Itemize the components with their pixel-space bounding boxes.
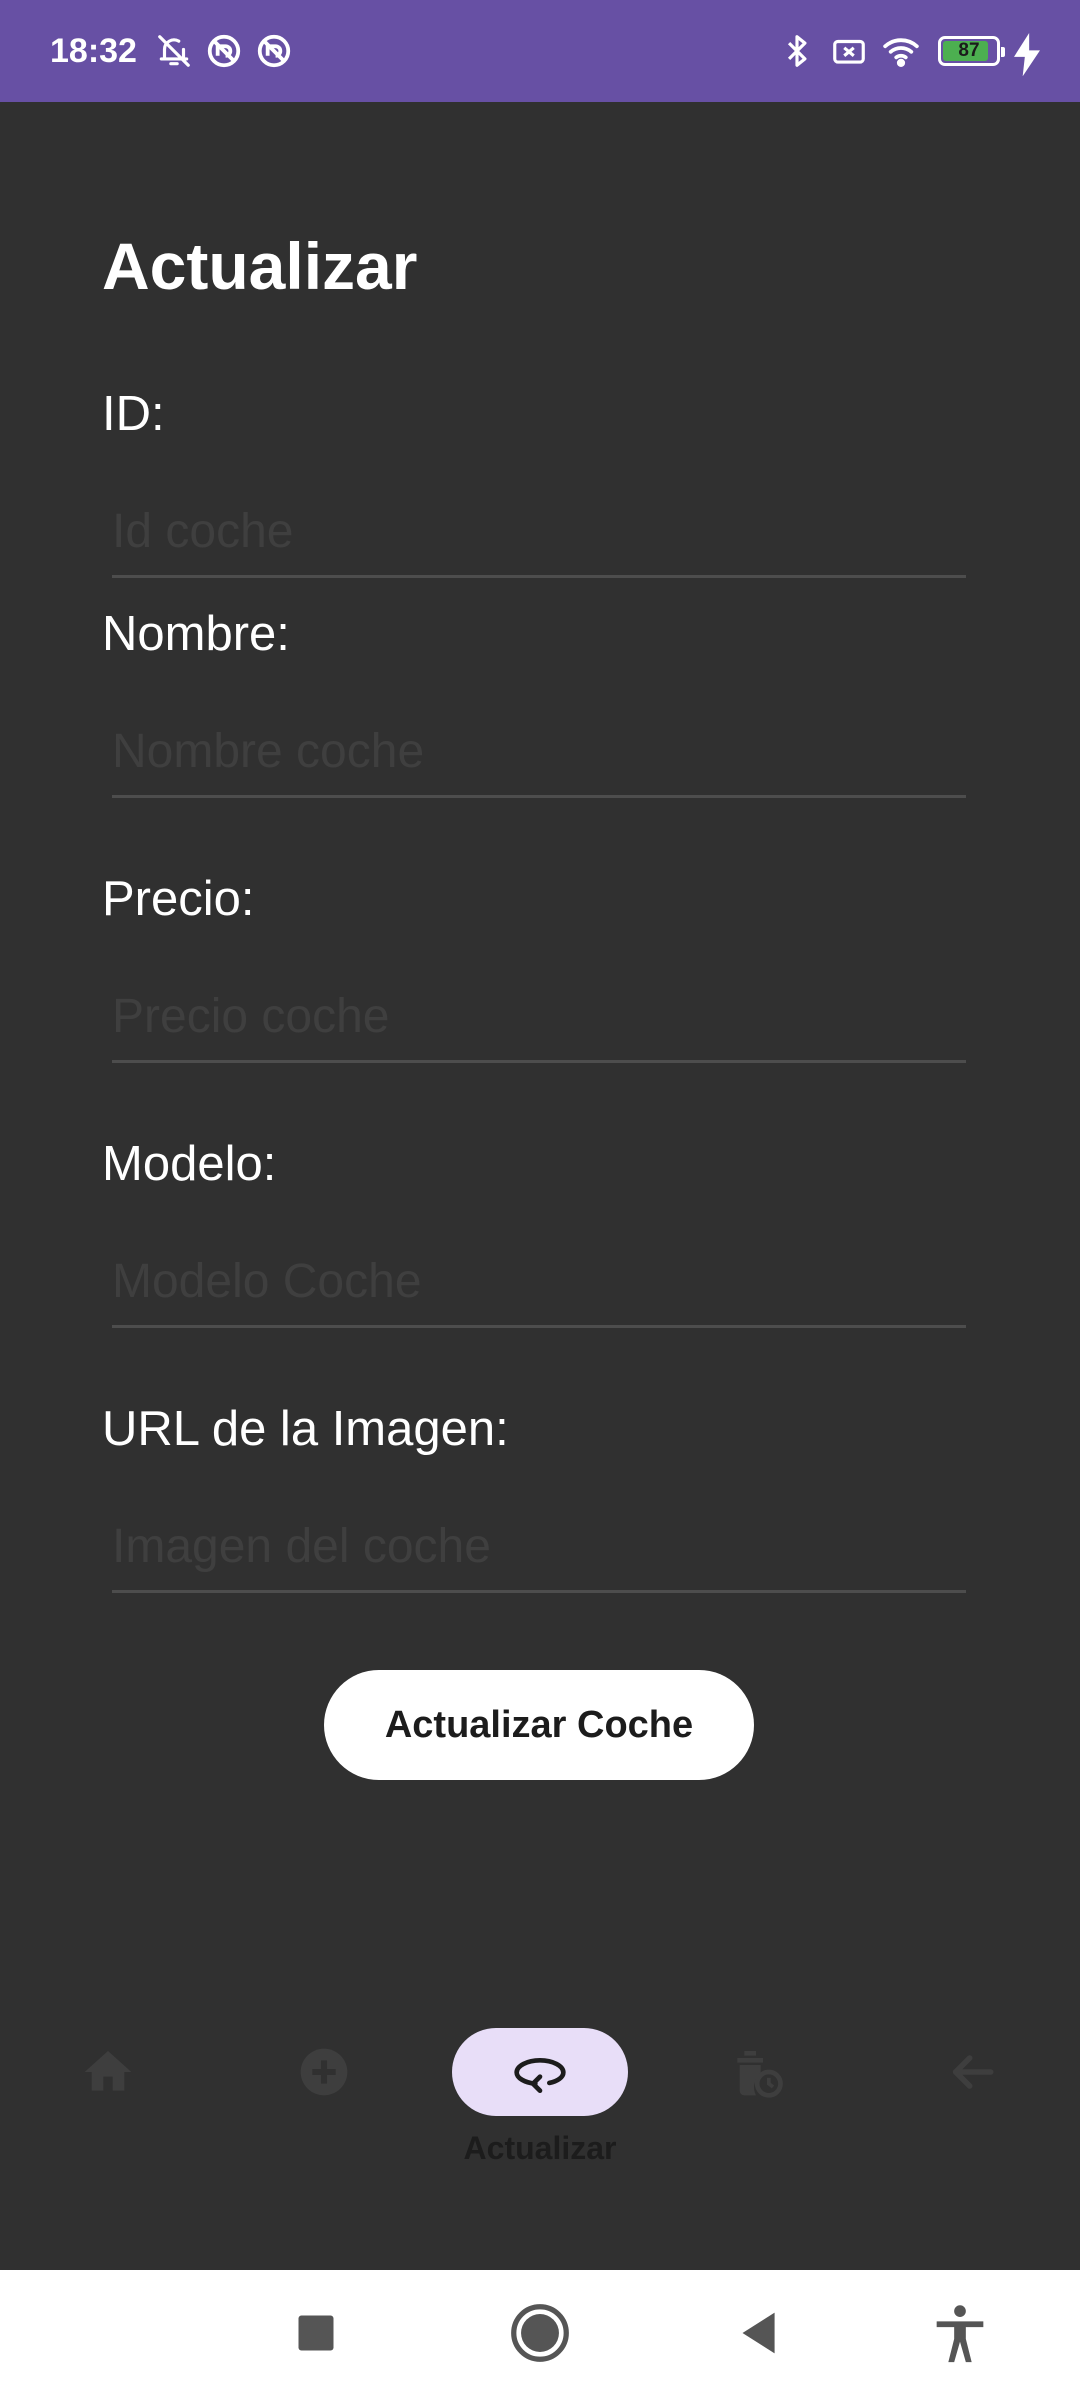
- bell-off-icon: [155, 32, 193, 70]
- url-imagen-field[interactable]: [112, 1503, 966, 1593]
- id-label: ID:: [102, 387, 165, 441]
- nav-item-add[interactable]: [216, 2010, 432, 2210]
- nombre-field[interactable]: [112, 708, 966, 798]
- status-left: 18:32: [50, 32, 305, 71]
- actualizar-coche-button[interactable]: Actualizar Coche: [324, 1670, 754, 1780]
- id-field[interactable]: [112, 488, 966, 578]
- status-bar: 18:32 87: [0, 0, 1080, 102]
- nav-item-actualizar[interactable]: Actualizar: [432, 2010, 648, 2210]
- modelo-field[interactable]: [112, 1238, 966, 1328]
- back-button[interactable]: [725, 2298, 795, 2368]
- nav-label-actualizar: Actualizar: [463, 2130, 617, 2166]
- battery-level: 87: [958, 40, 980, 61]
- delete-history-icon: [737, 2051, 783, 2098]
- nombre-label: Nombre:: [102, 607, 290, 661]
- bluetooth-icon: [778, 32, 816, 70]
- url-imagen-label: URL de la Imagen:: [102, 1402, 509, 1456]
- status-right: 87: [764, 32, 1040, 77]
- nav-pill: [236, 2028, 412, 2116]
- precio-label: Precio:: [102, 872, 255, 926]
- recents-icon: [298, 2315, 334, 2351]
- accessibility-button[interactable]: [925, 2298, 995, 2368]
- sync-blocked-icon: [255, 32, 293, 70]
- accessibility-icon: [936, 2305, 984, 2363]
- nav-pill: [20, 2028, 196, 2116]
- nav-pill-active: [452, 2028, 628, 2116]
- home-button[interactable]: [505, 2298, 575, 2368]
- nav-item-delete-history[interactable]: [648, 2010, 864, 2210]
- sim-blocked-icon: [830, 32, 868, 70]
- nav-pill: [884, 2028, 1060, 2116]
- home-circle-icon: [511, 2304, 569, 2362]
- modelo-label: Modelo:: [102, 1137, 277, 1191]
- sync-blocked-icon: [205, 32, 243, 70]
- battery-icon: 87: [938, 36, 1005, 66]
- add-circle-icon: [300, 2048, 348, 2096]
- nav-pill: [668, 2028, 844, 2116]
- nav-item-home[interactable]: [0, 2010, 216, 2210]
- nav-item-back[interactable]: [864, 2010, 1080, 2210]
- wifi-icon: [882, 32, 920, 70]
- system-nav-bar: [0, 2270, 1080, 2400]
- status-time: 18:32: [50, 31, 137, 70]
- page-title: Actualizar: [102, 229, 418, 303]
- back-triangle-icon: [742, 2312, 775, 2354]
- charging-icon: [1014, 33, 1040, 77]
- update-icon: [514, 2058, 566, 2093]
- home-icon: [84, 2051, 132, 2091]
- precio-field[interactable]: [112, 973, 966, 1063]
- bottom-nav: Actualizar: [0, 2010, 1080, 2270]
- arrow-back-icon: [952, 2055, 994, 2089]
- recents-button[interactable]: [281, 2298, 351, 2368]
